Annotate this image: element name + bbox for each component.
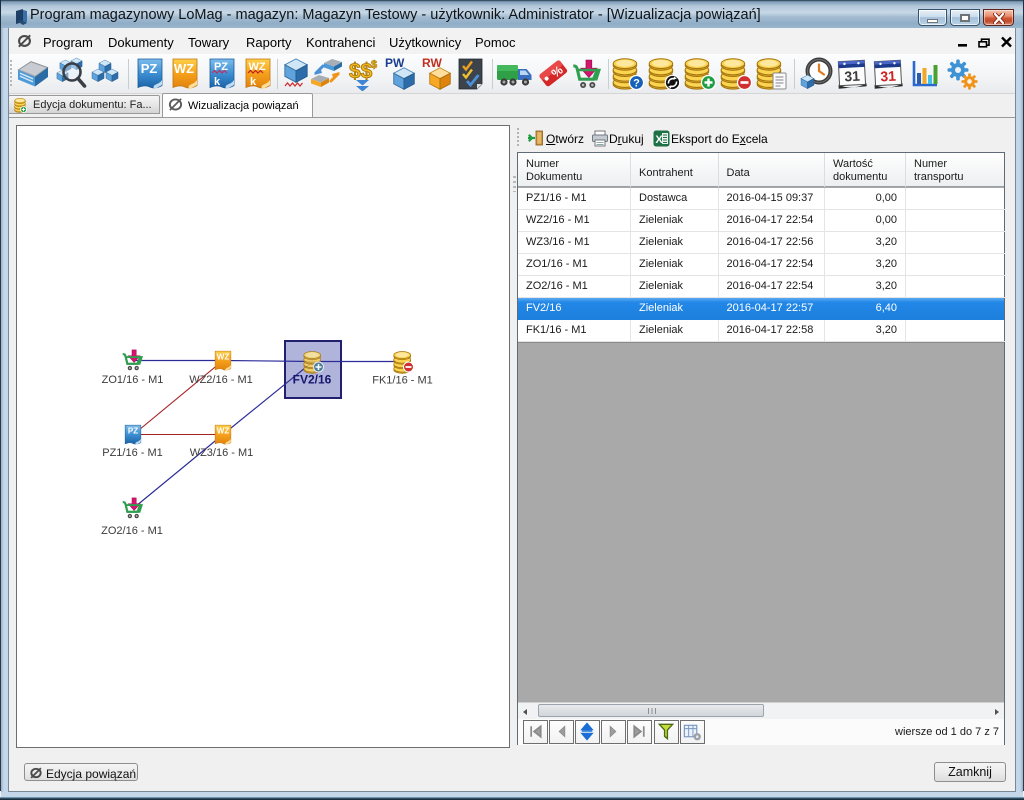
svg-text:PW: PW (385, 57, 405, 70)
svg-text:PZ: PZ (128, 427, 138, 436)
svg-text:FV2/16: FV2/16 (293, 373, 332, 387)
svg-text:PZ: PZ (214, 61, 228, 73)
svg-text:?: ? (633, 78, 640, 90)
svg-text:WZ3/16 - M1: WZ3/16 - M1 (190, 447, 254, 459)
svg-text:31: 31 (880, 68, 897, 85)
svg-text:PZ1/16 - M1: PZ1/16 - M1 (102, 447, 163, 459)
svg-text:WZ2/16 - M1: WZ2/16 - M1 (189, 374, 253, 386)
svg-text:WZ: WZ (217, 427, 230, 436)
svg-text:WZ: WZ (174, 61, 194, 76)
svg-text:WZ: WZ (217, 353, 230, 362)
svg-text:31: 31 (844, 68, 861, 85)
svg-text:ZO1/16 - M1: ZO1/16 - M1 (102, 374, 164, 386)
svg-text:X: X (655, 134, 663, 146)
svg-text:PZ: PZ (141, 61, 158, 76)
svg-text:k: k (250, 76, 257, 88)
svg-text:$: $ (371, 59, 377, 71)
svg-text:k: k (214, 76, 221, 88)
svg-text:FK1/16 - M1: FK1/16 - M1 (372, 375, 433, 387)
svg-text:$$: $$ (349, 60, 373, 83)
svg-text:ZO2/16 - M1: ZO2/16 - M1 (101, 525, 163, 537)
